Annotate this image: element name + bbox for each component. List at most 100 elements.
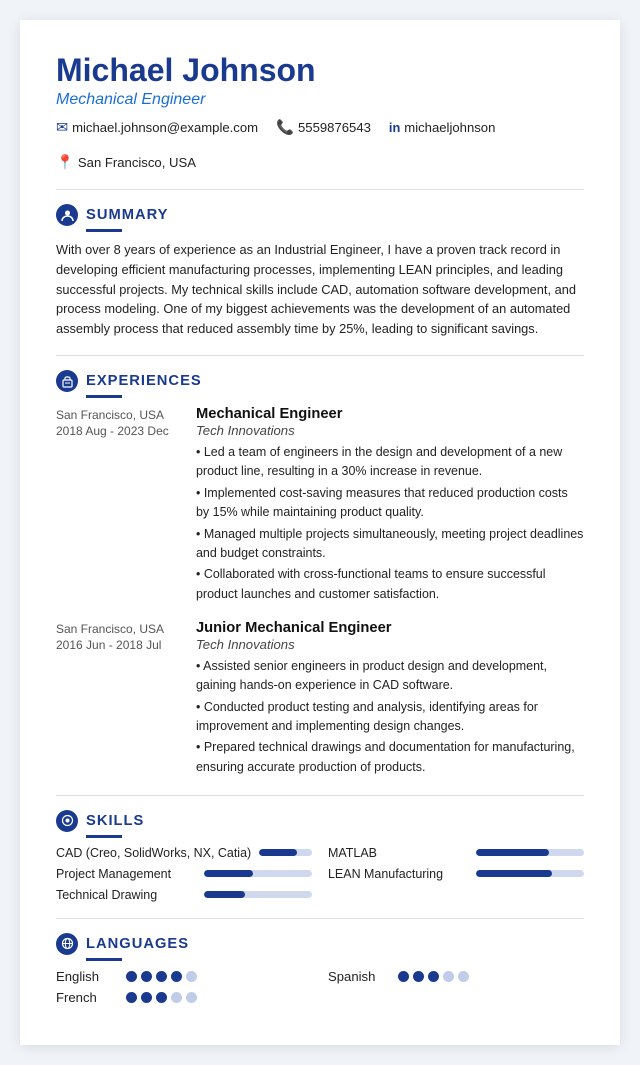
skill-row-4: Technical Drawing: [56, 888, 312, 902]
language-french: French: [56, 990, 312, 1005]
contact-row: ✉ michael.johnson@example.com 📞 55598765…: [56, 119, 584, 171]
experiences-underline: [86, 395, 122, 398]
exp-job-title-2: Junior Mechanical Engineer: [196, 620, 584, 636]
skills-header: SKILLS: [56, 810, 584, 832]
resume-container: Michael Johnson Mechanical Engineer ✉ mi…: [20, 20, 620, 1045]
lang-dot-en-3: [156, 971, 167, 982]
exp-bullet-1-1: • Implemented cost-saving measures that …: [196, 484, 584, 523]
exp-left-1: San Francisco, USA 2018 Aug - 2023 Dec: [56, 406, 196, 606]
exp-bullet-2-0: • Assisted senior engineers in product d…: [196, 657, 584, 696]
lang-dot-fr-4: [171, 992, 182, 1003]
location-icon: 📍: [56, 154, 74, 171]
skill-bar-fill-0: [259, 849, 297, 856]
exp-bullets-2: • Assisted senior engineers in product d…: [196, 657, 584, 777]
location-value: San Francisco, USA: [78, 155, 196, 170]
exp-job-title-1: Mechanical Engineer: [196, 406, 584, 422]
lang-dot-fr-3: [156, 992, 167, 1003]
summary-text: With over 8 years of experience as an In…: [56, 240, 584, 339]
experiences-header: EXPERIENCES: [56, 370, 584, 392]
lang-label-french: French: [56, 990, 116, 1005]
lang-dot-en-5: [186, 971, 197, 982]
skill-row-3: LEAN Manufacturing: [328, 867, 584, 881]
languages-underline: [86, 958, 122, 961]
languages-grid: English Spanish: [56, 969, 584, 1005]
skill-bar-fill-1: [476, 849, 549, 856]
experiences-icon: [56, 370, 78, 392]
experience-item-2: San Francisco, USA 2016 Jun - 2018 Jul J…: [56, 620, 584, 779]
summary-section: SUMMARY With over 8 years of experience …: [56, 204, 584, 339]
summary-divider: [56, 355, 584, 356]
exp-bullet-1-0: • Led a team of engineers in the design …: [196, 443, 584, 482]
phone-value: 5559876543: [298, 120, 371, 135]
email-value: michael.johnson@example.com: [72, 120, 258, 135]
exp-right-1: Mechanical Engineer Tech Innovations • L…: [196, 406, 584, 606]
lang-label-english: English: [56, 969, 116, 984]
contact-email: ✉ michael.johnson@example.com: [56, 120, 258, 136]
lang-dot-fr-5: [186, 992, 197, 1003]
exp-company-2: Tech Innovations: [196, 637, 584, 652]
skill-bar-bg-2: [204, 870, 312, 877]
skills-section: SKILLS CAD (Creo, SolidWorks, NX, Catia)…: [56, 810, 584, 902]
linkedin-icon: in: [389, 120, 400, 135]
exp-bullet-2-2: • Prepared technical drawings and docume…: [196, 738, 584, 777]
exp-left-2: San Francisco, USA 2016 Jun - 2018 Jul: [56, 620, 196, 779]
skills-grid: CAD (Creo, SolidWorks, NX, Catia) MATLAB…: [56, 846, 584, 902]
experience-item-1: San Francisco, USA 2018 Aug - 2023 Dec M…: [56, 406, 584, 606]
lang-dots-english: [126, 971, 197, 982]
skill-label-3: LEAN Manufacturing: [328, 867, 468, 881]
experiences-section: EXPERIENCES San Francisco, USA 2018 Aug …: [56, 370, 584, 779]
summary-header: SUMMARY: [56, 204, 584, 226]
languages-title: LANGUAGES: [86, 936, 189, 952]
skill-bar-fill-4: [204, 891, 245, 898]
candidate-title: Mechanical Engineer: [56, 91, 584, 109]
lang-dot-es-1: [398, 971, 409, 982]
language-english: English: [56, 969, 312, 984]
skill-label-0: CAD (Creo, SolidWorks, NX, Catia): [56, 846, 251, 860]
lang-dot-en-4: [171, 971, 182, 982]
exp-bullets-1: • Led a team of engineers in the design …: [196, 443, 584, 604]
lang-dot-en-1: [126, 971, 137, 982]
exp-location-2: San Francisco, USA: [56, 622, 196, 636]
skill-row-2: Project Management: [56, 867, 312, 881]
lang-dot-fr-1: [126, 992, 137, 1003]
exp-right-2: Junior Mechanical Engineer Tech Innovati…: [196, 620, 584, 779]
skill-bar-bg-1: [476, 849, 584, 856]
contact-linkedin: in michaeljohnson: [389, 120, 495, 135]
languages-header: LANGUAGES: [56, 933, 584, 955]
skills-title: SKILLS: [86, 813, 144, 829]
experiences-title: EXPERIENCES: [86, 373, 202, 389]
language-spanish: Spanish: [328, 969, 584, 984]
lang-dot-es-2: [413, 971, 424, 982]
exp-location-1: San Francisco, USA: [56, 408, 196, 422]
lang-label-spanish: Spanish: [328, 969, 388, 984]
skill-label-2: Project Management: [56, 867, 196, 881]
summary-icon: [56, 204, 78, 226]
candidate-name: Michael Johnson: [56, 52, 584, 89]
lang-dot-en-2: [141, 971, 152, 982]
lang-dot-es-3: [428, 971, 439, 982]
contact-phone: 📞 5559876543: [276, 119, 371, 136]
summary-title: SUMMARY: [86, 207, 169, 223]
skill-bar-bg-4: [204, 891, 312, 898]
exp-bullet-1-2: • Managed multiple projects simultaneous…: [196, 525, 584, 564]
skills-divider: [56, 918, 584, 919]
linkedin-value: michaeljohnson: [404, 120, 495, 135]
skill-bar-fill-3: [476, 870, 552, 877]
experiences-divider: [56, 795, 584, 796]
languages-icon: [56, 933, 78, 955]
lang-dot-es-5: [458, 971, 469, 982]
skill-row-1: MATLAB: [328, 846, 584, 860]
header-divider: [56, 189, 584, 190]
email-icon: ✉: [56, 120, 68, 136]
skill-label-1: MATLAB: [328, 846, 468, 860]
phone-icon: 📞: [276, 119, 294, 136]
exp-bullet-2-1: • Conducted product testing and analysis…: [196, 698, 584, 737]
lang-dots-french: [126, 992, 197, 1003]
skill-bar-bg-0: [259, 849, 312, 856]
exp-dates-2: 2016 Jun - 2018 Jul: [56, 638, 196, 652]
skill-label-4: Technical Drawing: [56, 888, 196, 902]
exp-dates-1: 2018 Aug - 2023 Dec: [56, 424, 196, 438]
skill-row-0: CAD (Creo, SolidWorks, NX, Catia): [56, 846, 312, 860]
skill-bar-bg-3: [476, 870, 584, 877]
languages-section: LANGUAGES English Spanish: [56, 933, 584, 1005]
